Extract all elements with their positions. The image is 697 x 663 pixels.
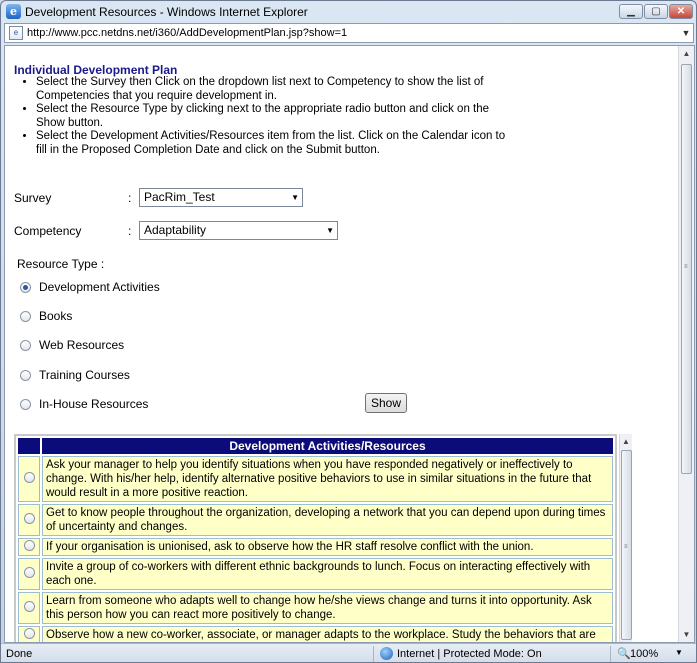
scroll-up-icon[interactable]: ▲ — [620, 434, 632, 449]
chevron-down-icon: ▼ — [326, 226, 334, 235]
zoom-icon: 🔍 — [617, 648, 631, 660]
survey-select[interactable]: PacRim_Test ▼ — [139, 188, 303, 207]
minimize-button[interactable]: ▁ — [619, 4, 643, 19]
page-icon: e — [9, 26, 23, 40]
row-select-cell — [18, 558, 40, 590]
competency-select[interactable]: Adaptability ▼ — [139, 221, 338, 240]
status-divider — [610, 646, 611, 662]
page-content: Individual Development Plan Select the S… — [4, 45, 695, 643]
radio-label: Books — [39, 309, 73, 323]
resource-type-label: Resource Type : — [17, 257, 105, 271]
table-row: Ask your manager to help you identify si… — [18, 456, 613, 502]
radio-button[interactable] — [23, 471, 35, 483]
instruction-item: Select the Development Activities/Resour… — [36, 130, 516, 157]
competency-label: Competency — [14, 224, 82, 238]
radio-button[interactable] — [23, 512, 35, 524]
competency-value: Adaptability — [144, 223, 207, 237]
chevron-down-icon[interactable]: ▼ — [679, 28, 693, 38]
instructions-list: Select the Survey then Click on the drop… — [36, 76, 516, 157]
table-row: Invite a group of co-workers with differ… — [18, 558, 613, 590]
table-scrollbar[interactable]: ▲ ≡ — [619, 434, 632, 642]
window-title: Development Resources - Windows Internet… — [25, 5, 308, 19]
radio-button[interactable] — [20, 281, 31, 293]
security-zone[interactable]: Internet | Protected Mode: On — [397, 648, 542, 660]
status-bar: Done Internet | Protected Mode: On 🔍 100… — [1, 643, 696, 662]
activities-frame: Development Activities/Resources Ask you… — [14, 434, 632, 642]
grip-icon: ≡ — [684, 264, 688, 270]
survey-colon: : — [128, 191, 132, 205]
instruction-item: Select the Resource Type by clicking nex… — [36, 103, 516, 130]
activity-cell: Invite a group of co-workers with differ… — [42, 558, 613, 590]
maximize-button[interactable]: ▢ — [644, 4, 668, 19]
table-header-row: Development Activities/Resources — [18, 438, 613, 454]
radio-button[interactable] — [20, 369, 31, 381]
survey-value: PacRim_Test — [144, 190, 215, 204]
activity-cell: Get to know people throughout the organi… — [42, 504, 613, 536]
title-bar[interactable]: e Development Resources - Windows Intern… — [1, 1, 696, 23]
ie-icon: e — [6, 4, 21, 19]
row-select-cell — [18, 504, 40, 536]
activity-cell: If your organisation is unionised, ask t… — [42, 538, 613, 556]
page-scroll-thumb[interactable]: ≡ — [681, 64, 692, 474]
radio-label: Web Resources — [39, 338, 125, 352]
status-text: Done — [6, 648, 33, 660]
radio-training-courses[interactable]: Training Courses — [20, 368, 130, 382]
activity-cell: Observe how a new co-worker, associate, … — [42, 626, 613, 642]
radio-button[interactable] — [23, 600, 35, 612]
close-button[interactable]: ✕ — [669, 4, 693, 19]
page-title: Individual Development Plan — [14, 63, 178, 77]
table-scroll-thumb[interactable]: ≡ — [621, 450, 632, 640]
address-bar[interactable]: e http://www.pcc.netdns.net/i360/AddDeve… — [4, 23, 694, 43]
row-select-cell — [18, 592, 40, 624]
browser-window: e Development Resources - Windows Intern… — [0, 0, 697, 663]
table-row: If your organisation is unionised, ask t… — [18, 538, 613, 556]
activity-cell: Learn from someone who adapts well to ch… — [42, 592, 613, 624]
activity-cell: Ask your manager to help you identify si… — [42, 456, 613, 502]
radio-button[interactable] — [23, 627, 35, 639]
radio-label: In-House Resources — [39, 397, 149, 411]
radio-books[interactable]: Books — [20, 309, 72, 323]
radio-in-house-resources[interactable]: In-House Resources — [20, 397, 148, 411]
radio-label: Training Courses — [39, 368, 130, 382]
globe-icon — [380, 647, 393, 660]
radio-button[interactable] — [20, 339, 31, 351]
table-header-blank — [18, 438, 40, 454]
survey-label: Survey — [14, 191, 52, 205]
competency-colon: : — [128, 224, 132, 238]
row-select-cell — [18, 456, 40, 502]
radio-button[interactable] — [23, 539, 35, 551]
zoom-level[interactable]: 100% — [630, 648, 658, 660]
radio-button[interactable] — [23, 566, 35, 578]
show-button[interactable]: Show — [365, 393, 407, 413]
radio-web-resources[interactable]: Web Resources — [20, 338, 124, 352]
table-row: Learn from someone who adapts well to ch… — [18, 592, 613, 624]
instruction-item: Select the Survey then Click on the drop… — [36, 76, 516, 103]
radio-label: Development Activities — [39, 280, 160, 294]
grip-icon: ≡ — [624, 544, 628, 550]
row-select-cell — [18, 538, 40, 556]
url-text[interactable]: http://www.pcc.netdns.net/i360/AddDevelo… — [27, 27, 679, 39]
chevron-down-icon[interactable]: ▼ — [675, 648, 683, 657]
chevron-down-icon: ▼ — [291, 193, 299, 202]
radio-button[interactable] — [20, 310, 31, 322]
status-divider — [373, 646, 374, 662]
table-row: Observe how a new co-worker, associate, … — [18, 626, 613, 642]
activities-table: Development Activities/Resources Ask you… — [14, 434, 617, 642]
row-select-cell — [18, 626, 40, 642]
radio-button[interactable] — [20, 398, 31, 410]
table-header: Development Activities/Resources — [42, 438, 613, 454]
table-row: Get to know people throughout the organi… — [18, 504, 613, 536]
radio-development-activities[interactable]: Development Activities — [20, 280, 160, 294]
scroll-up-icon[interactable]: ▲ — [679, 46, 694, 61]
scroll-down-icon[interactable]: ▼ — [679, 627, 694, 642]
page-scrollbar[interactable]: ▲ ≡ ▼ — [678, 46, 694, 642]
